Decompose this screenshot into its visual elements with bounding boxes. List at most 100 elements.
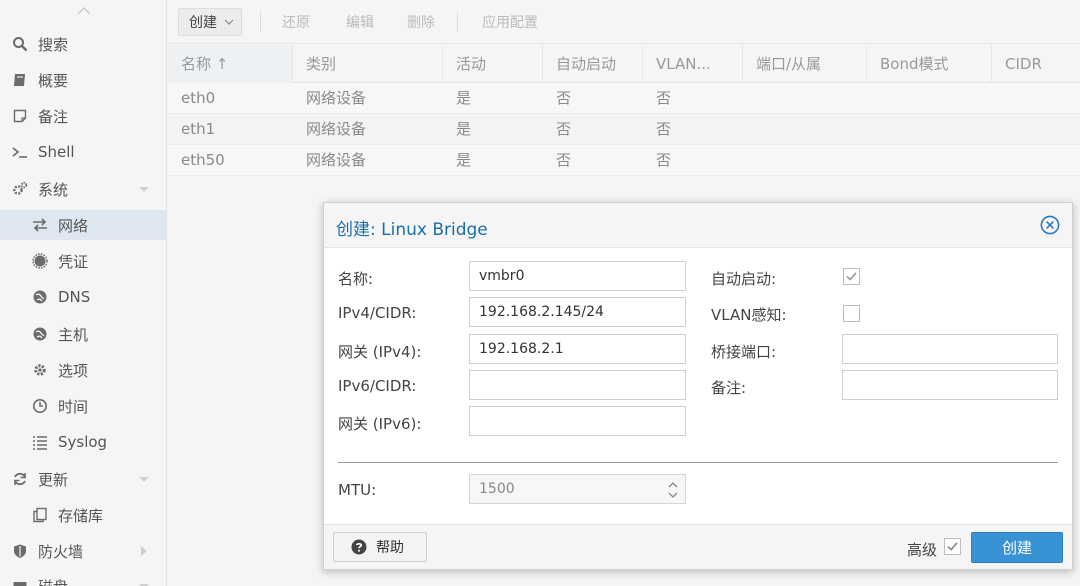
help-button[interactable]: 帮助 — [333, 532, 427, 562]
autostart-checkbox[interactable] — [843, 268, 860, 285]
sidebar-item-dns[interactable]: DNS — [0, 282, 166, 312]
cell-type: 网络设备 — [306, 89, 367, 107]
app-root: 搜索 概要 备注 Shell 系统 网络 凭证 DNS 主机 选项 时间 Sys… — [0, 0, 1080, 586]
revert-button[interactable]: 还原 — [271, 8, 321, 36]
sidebar-item-syslog[interactable]: Syslog — [0, 427, 166, 457]
sidebar-item-label: DNS — [58, 288, 91, 306]
comment-field[interactable] — [842, 370, 1058, 400]
sidebar-item-label: 防火墙 — [38, 542, 84, 561]
toolbar-separator — [260, 12, 261, 32]
advanced-checkbox[interactable] — [944, 538, 961, 555]
sidebar-item-label: 主机 — [58, 325, 89, 344]
refresh-icon — [11, 470, 29, 488]
cell-autostart: 否 — [556, 151, 572, 169]
sidebar-item-hosts[interactable]: 主机 — [0, 319, 166, 349]
ipv6-label: IPv6/CIDR: — [338, 377, 417, 395]
column-header-autostart[interactable]: 自动启动 — [543, 45, 643, 83]
sidebar-item-label: 更新 — [38, 470, 69, 489]
sidebar-item-repositories[interactable]: 存储库 — [0, 500, 166, 530]
cell-vlan: 否 — [656, 120, 672, 138]
sidebar-item-label: 备注 — [38, 107, 69, 126]
table-row[interactable]: eth50 网络设备 是 否 否 — [168, 145, 1080, 176]
sidebar-item-summary[interactable]: 概要 — [0, 65, 166, 95]
grid-header: 名称 ↑ 类别 活动 自动启动 VLAN... 端口/从属 Bond模式 CID… — [168, 45, 1080, 83]
sidebar-item-firewall[interactable]: 防火墙 — [0, 536, 166, 566]
sidebar-item-certificates[interactable]: 凭证 — [0, 246, 166, 276]
column-header-bond-mode[interactable]: Bond模式 — [867, 45, 992, 83]
create-menu-label: 创建 — [189, 15, 217, 31]
mtu-placeholder: 1500 — [479, 481, 515, 497]
bridge-ports-field[interactable] — [842, 334, 1058, 364]
gateway-ipv6-field[interactable] — [469, 406, 686, 436]
sidebar-item-label: 概要 — [38, 71, 69, 90]
question-circle-icon — [351, 539, 367, 555]
globe-icon — [31, 288, 49, 306]
chevron-up-icon[interactable] — [76, 6, 92, 16]
cell-active: 是 — [456, 120, 472, 138]
sidebar-item-time[interactable]: 时间 — [0, 391, 166, 421]
chevron-down-icon[interactable] — [138, 581, 150, 586]
column-header-name[interactable]: 名称 ↑ — [168, 45, 293, 83]
sidebar-item-network[interactable]: 网络 — [0, 210, 166, 240]
book-icon — [11, 71, 29, 89]
sidebar-item-label: Shell — [38, 143, 75, 161]
sidebar-item-shell[interactable]: Shell — [0, 137, 166, 167]
column-header-ports[interactable]: 端口/从属 — [743, 45, 867, 83]
help-label: 帮助 — [376, 540, 404, 556]
close-icon[interactable] — [1040, 215, 1060, 235]
sidebar-item-options[interactable]: 选项 — [0, 355, 166, 385]
advanced-label: 高级 — [907, 541, 938, 559]
mtu-label: MTU: — [338, 481, 377, 499]
dialog-footer: 帮助 高级 创建 — [324, 524, 1072, 569]
comment-label: 备注: — [711, 379, 747, 397]
chevron-down-icon[interactable] — [138, 474, 150, 484]
certificate-icon — [31, 252, 49, 270]
create-button[interactable]: 创建 — [971, 532, 1063, 563]
sidebar-item-label: 磁盘 — [38, 576, 68, 586]
sidebar-item-label: 系统 — [38, 180, 69, 199]
spinner-arrows-icon[interactable] — [668, 481, 678, 499]
autostart-label: 自动启动: — [711, 270, 777, 288]
chevron-right-icon[interactable] — [138, 546, 150, 556]
cell-active: 是 — [456, 151, 472, 169]
dialog-header: 创建: Linux Bridge — [324, 203, 1072, 248]
table-row[interactable]: eth0 网络设备 是 否 否 — [168, 83, 1080, 114]
sidebar-item-label: 搜索 — [38, 35, 69, 54]
sidebar: 搜索 概要 备注 Shell 系统 网络 凭证 DNS 主机 选项 时间 Sys… — [0, 0, 167, 586]
search-icon — [11, 35, 29, 53]
sidebar-item-search[interactable]: 搜索 — [0, 29, 166, 59]
mtu-field[interactable]: 1500 — [469, 474, 686, 504]
column-header-cidr[interactable]: CIDR — [992, 45, 1080, 83]
column-header-active[interactable]: 活动 — [443, 45, 543, 83]
sidebar-item-disks[interactable]: 磁盘 — [0, 571, 166, 586]
cell-active: 是 — [456, 89, 472, 107]
table-row[interactable]: eth1 网络设备 是 否 否 — [168, 114, 1080, 145]
sidebar-item-updates[interactable]: 更新 — [0, 464, 166, 494]
sidebar-item-system[interactable]: 系统 — [0, 174, 166, 204]
delete-button[interactable]: 删除 — [396, 8, 446, 36]
create-menu-button[interactable]: 创建 — [178, 8, 242, 36]
edit-button[interactable]: 编辑 — [335, 8, 385, 36]
name-field[interactable] — [469, 261, 686, 291]
checkmark-icon — [947, 542, 958, 551]
sidebar-item-notes[interactable]: 备注 — [0, 101, 166, 131]
gateway-ipv4-label: 网关 (IPv4): — [338, 343, 422, 361]
vlan-aware-checkbox[interactable] — [843, 305, 860, 322]
chevron-down-icon — [225, 19, 233, 25]
cogs-icon — [11, 180, 29, 198]
gateway-ipv4-field[interactable] — [469, 334, 686, 364]
cell-autostart: 否 — [556, 89, 572, 107]
ipv6-cidr-field[interactable] — [469, 370, 686, 400]
ipv4-cidr-field[interactable] — [469, 297, 686, 327]
column-header-type[interactable]: 类别 — [293, 45, 443, 83]
cell-autostart: 否 — [556, 120, 572, 138]
column-header-vlan[interactable]: VLAN... — [643, 45, 743, 83]
gear-icon — [31, 361, 49, 379]
apply-config-button[interactable]: 应用配置 — [471, 8, 549, 36]
disk-icon — [11, 577, 29, 586]
bridge-ports-label: 桥接端口: — [711, 343, 777, 361]
toolbar: 创建 还原 编辑 删除 应用配置 — [168, 0, 1080, 44]
chevron-down-icon[interactable] — [138, 184, 150, 194]
create-linux-bridge-dialog: 创建: Linux Bridge 名称: IPv4/CIDR: 网关 (IPv4… — [323, 202, 1073, 570]
cell-type: 网络设备 — [306, 151, 367, 169]
